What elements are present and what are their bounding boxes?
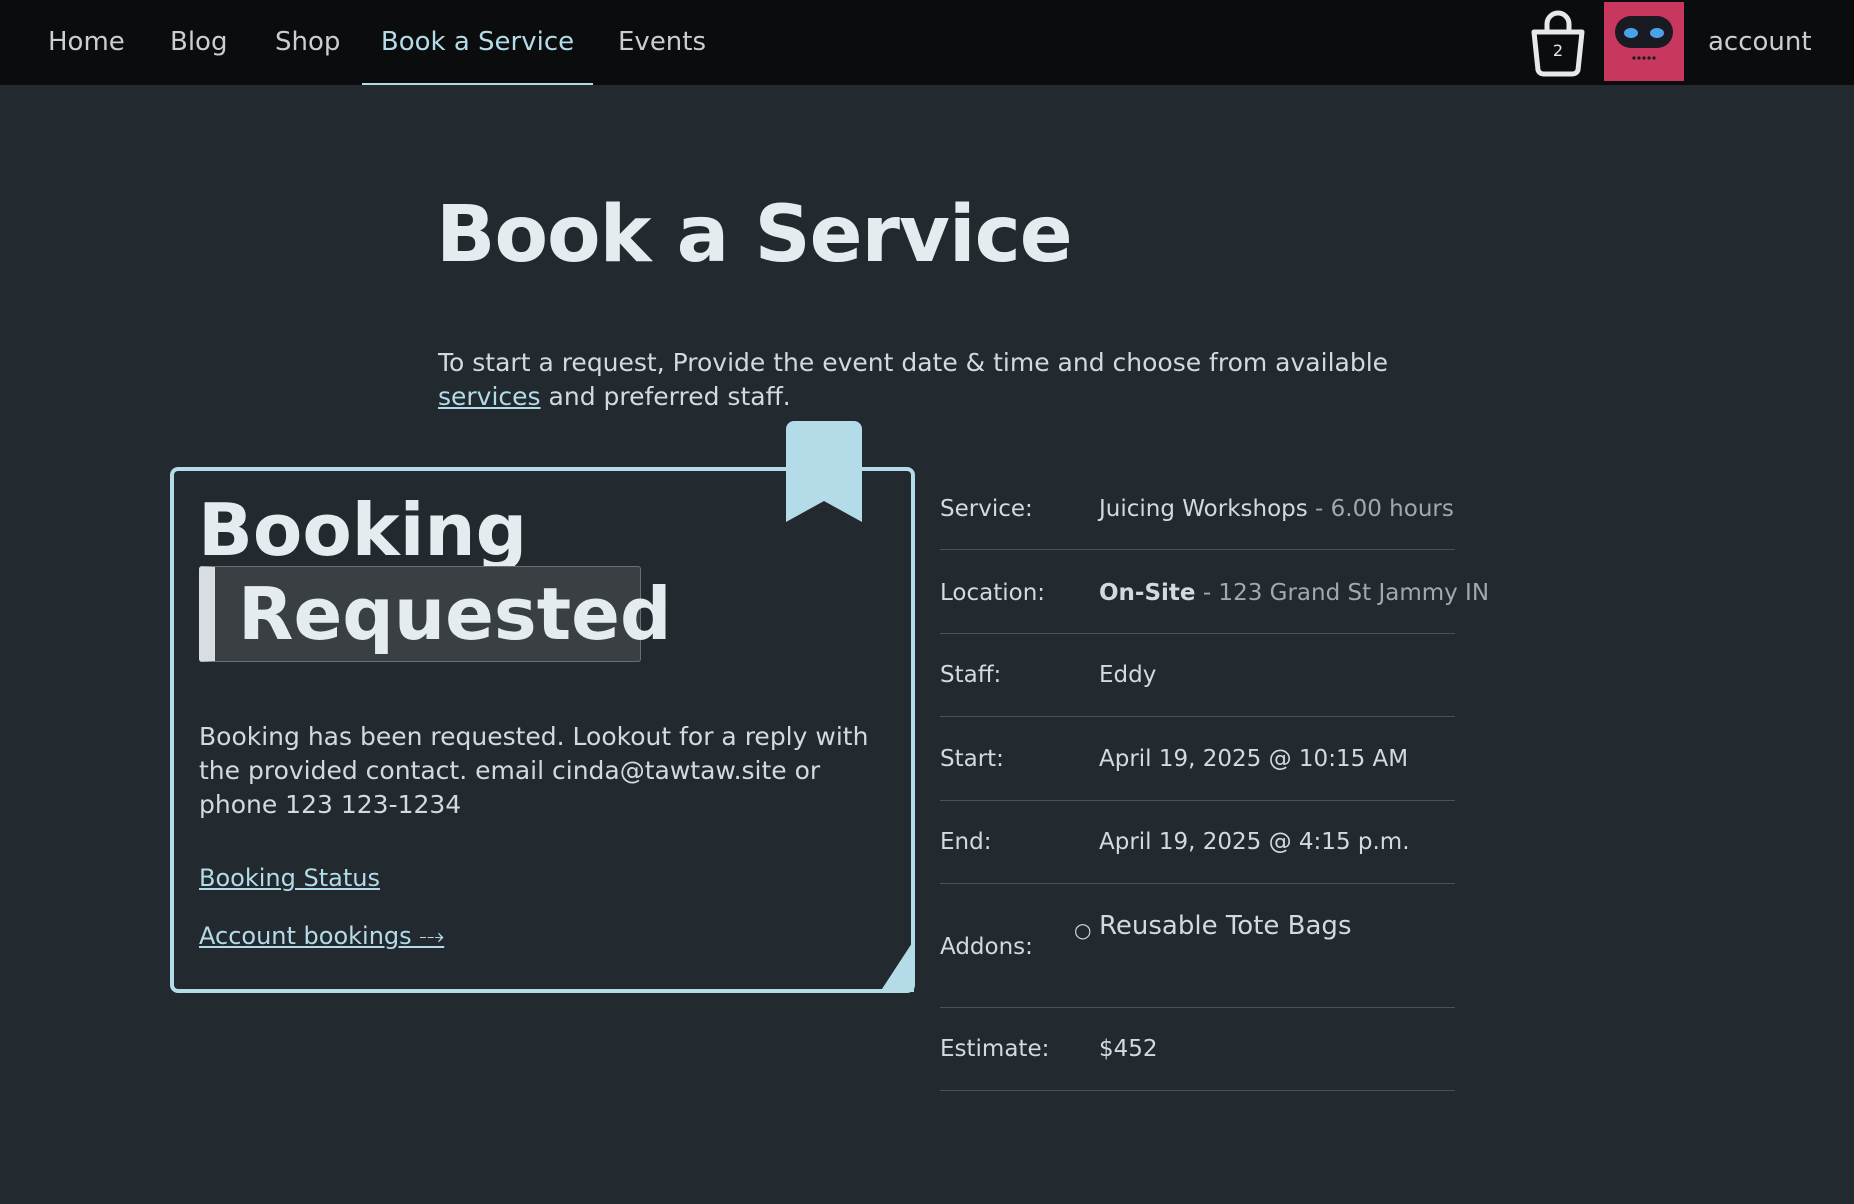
booking-status-link[interactable]: Booking Status	[199, 864, 380, 892]
avatar[interactable]	[1604, 2, 1684, 81]
detail-row-estimate: Estimate: $452	[940, 1008, 1455, 1091]
detail-row-staff: Staff: Eddy	[940, 634, 1455, 717]
robot-avatar-icon	[1615, 16, 1673, 60]
account-link[interactable]: account	[1708, 0, 1812, 85]
start-value: April 19, 2025 @ 10:15 AM	[1099, 746, 1409, 772]
staff-label: Staff:	[940, 662, 1002, 688]
booking-message: Booking has been requested. Lookout for …	[199, 722, 869, 819]
nav-home-link[interactable]: Home	[48, 0, 125, 85]
account-bookings-link[interactable]: Account bookings ⤏	[199, 922, 444, 950]
service-label: Service:	[940, 496, 1033, 522]
intro-text-main: To start a request, Provide the event da…	[438, 348, 1389, 377]
end-label: End:	[940, 829, 992, 855]
cart-count-badge: 2	[1552, 41, 1564, 60]
estimate-label: Estimate:	[940, 1036, 1050, 1062]
card-corner-fold	[880, 940, 914, 992]
estimate-value: $452	[1099, 1036, 1158, 1062]
service-duration: - 6.00 hours	[1307, 496, 1454, 522]
nav-book-a-service-link[interactable]: Book a Service	[362, 0, 593, 85]
service-name: Juicing Workshops	[1099, 496, 1308, 522]
intro-text: To start a request, Provide the event da…	[438, 346, 1398, 414]
detail-row-end: End: April 19, 2025 @ 4:15 p.m.	[940, 801, 1455, 884]
addon-bullet-icon: ○	[1074, 918, 1092, 942]
top-navigation: Home Blog Shop Book a Service Events 2 a…	[0, 0, 1854, 85]
end-value: April 19, 2025 @ 4:15 p.m.	[1099, 829, 1410, 855]
nav-events-link[interactable]: Events	[618, 0, 706, 85]
page-title: Book a Service	[436, 190, 1073, 280]
detail-row-location: Location: On-Site - 123 Grand St Jammy I…	[940, 550, 1489, 634]
card-title-booking: Booking	[198, 488, 528, 572]
location-type: On-Site	[1099, 580, 1196, 606]
services-link[interactable]: services	[438, 382, 541, 411]
nav-blog-link[interactable]: Blog	[170, 0, 227, 85]
intro-text-suffix: and preferred staff.	[540, 382, 791, 411]
start-label: Start:	[940, 746, 1004, 772]
staff-value: Eddy	[1099, 662, 1157, 688]
service-value: Juicing Workshops - 6.00 hours	[1099, 496, 1454, 522]
detail-row-addons: Addons: ○ Reusable Tote Bags	[940, 884, 1455, 1008]
bookmark-icon	[786, 421, 862, 522]
detail-row-start: Start: April 19, 2025 @ 10:15 AM	[940, 717, 1455, 801]
addon-item: Reusable Tote Bags	[1099, 911, 1352, 941]
addons-label: Addons:	[940, 934, 1033, 960]
nav-shop-link[interactable]: Shop	[275, 0, 340, 85]
detail-row-service: Service: Juicing Workshops - 6.00 hours	[940, 480, 1455, 550]
cart-button[interactable]: 2	[1528, 8, 1588, 78]
location-label: Location:	[940, 580, 1046, 606]
location-address: - 123 Grand St Jammy IN	[1195, 580, 1490, 606]
card-title-requested: Requested	[238, 572, 672, 656]
location-value: On-Site - 123 Grand St Jammy IN	[1099, 580, 1489, 606]
